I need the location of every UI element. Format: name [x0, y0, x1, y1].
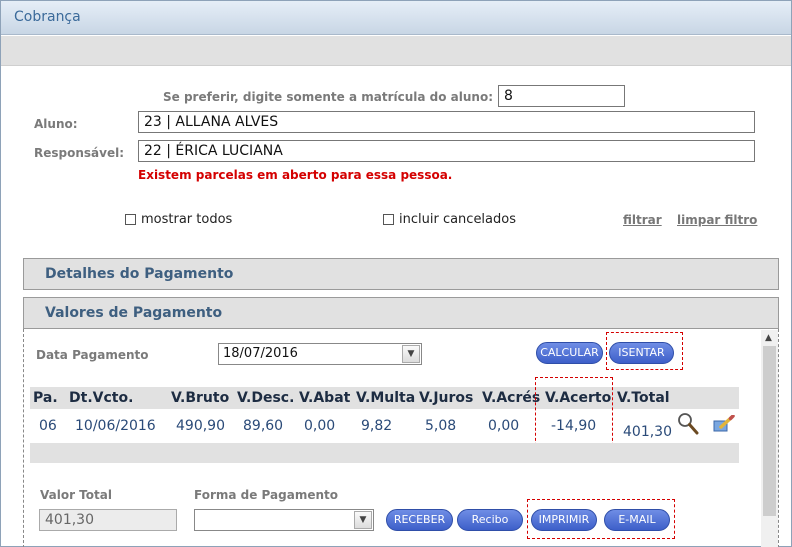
cell-v-desc: 89,60: [243, 418, 284, 434]
aluno-label: Aluno:: [34, 117, 78, 131]
toolbar: [1, 36, 791, 66]
window-title: Cobrança: [14, 9, 81, 25]
col-header-v-abat: V.Abat: [299, 390, 351, 406]
scrollbar-thumb[interactable]: [763, 346, 776, 516]
detalhes-panel-header[interactable]: Detalhes do Pagamento: [23, 258, 779, 290]
col-header-v-juros: V.Juros: [419, 390, 474, 406]
data-pagamento-value: 18/07/2016: [223, 346, 298, 361]
search-icon[interactable]: [677, 411, 699, 441]
col-header-v-acres: V.Acrés: [482, 390, 541, 406]
detalhes-panel-title: Detalhes do Pagamento: [45, 266, 234, 282]
mostrar-todos-label: mostrar todos: [141, 212, 233, 227]
table-footer-bg: [30, 443, 739, 463]
col-header-dt-vcto: Dt.Vcto.: [69, 390, 134, 406]
incluir-cancelados-label: incluir cancelados: [399, 212, 516, 227]
warning-message: Existem parcelas em aberto para essa pes…: [138, 168, 453, 182]
valores-panel-title: Valores de Pagamento: [45, 305, 223, 321]
v-acerto-highlight: [535, 377, 613, 451]
cell-v-abat: 0,00: [304, 418, 336, 434]
limpar-filtro-link[interactable]: limpar filtro: [677, 213, 757, 227]
data-pagamento-label: Data Pagamento: [36, 348, 149, 362]
checkbox-box[interactable]: [383, 214, 394, 225]
responsavel-input[interactable]: 22 | ÉRICA LUCIANA: [138, 140, 755, 162]
chevron-down-icon[interactable]: ▼: [402, 345, 420, 363]
col-header-v-bruto: V.Bruto: [171, 390, 230, 406]
incluir-cancelados-checkbox[interactable]: incluir cancelados: [383, 212, 516, 227]
cell-v-bruto: 490,90: [176, 418, 225, 434]
calcular-button[interactable]: CALCULAR: [536, 342, 603, 364]
col-header-v-multa: V.Multa: [356, 390, 416, 406]
cell-pa: 06: [39, 418, 57, 434]
responsavel-label: Responsável:: [34, 146, 125, 160]
mostrar-todos-checkbox[interactable]: mostrar todos: [125, 212, 232, 227]
valor-total-label: Valor Total: [40, 488, 112, 502]
app-window: Cobrança Se preferir, digite somente a m…: [0, 0, 792, 547]
cell-v-total: 401,30: [623, 424, 672, 440]
col-header-v-desc: V.Desc.: [237, 390, 295, 406]
forma-pagamento-label: Forma de Pagamento: [194, 488, 338, 502]
matricula-input[interactable]: 8: [498, 85, 625, 107]
title-bar: Cobrança: [1, 1, 791, 35]
checkbox-box[interactable]: [125, 214, 136, 225]
cell-v-juros: 5,08: [425, 418, 457, 434]
cell-v-multa: 9,82: [361, 418, 393, 434]
recibo-button[interactable]: Recibo: [457, 509, 523, 531]
receber-button[interactable]: RECEBER: [386, 509, 453, 531]
chevron-down-icon[interactable]: ▼: [354, 511, 372, 529]
col-header-pa: Pa.: [33, 390, 58, 406]
col-header-v-total: V.Total: [617, 390, 670, 406]
aluno-input[interactable]: 23 | ALLANA ALVES: [138, 111, 755, 133]
isentar-highlight: [606, 332, 683, 370]
valor-total-input: 401,30: [39, 509, 177, 531]
edit-icon[interactable]: [713, 414, 735, 437]
panel-scrollbar[interactable]: ▲: [761, 330, 778, 547]
filtrar-link[interactable]: filtrar: [623, 213, 662, 227]
matricula-label: Se preferir, digite somente a matrícula …: [163, 90, 494, 104]
cell-v-acres: 0,00: [488, 418, 520, 434]
data-pagamento-select[interactable]: 18/07/2016 ▼: [218, 343, 422, 365]
valores-panel-header[interactable]: Valores de Pagamento: [23, 297, 779, 329]
forma-pagamento-select[interactable]: ▼: [194, 509, 374, 531]
cell-dt-vcto: 10/06/2016: [75, 418, 156, 434]
print-email-highlight: [527, 499, 675, 539]
scroll-up-arrow-icon[interactable]: ▲: [765, 333, 772, 343]
